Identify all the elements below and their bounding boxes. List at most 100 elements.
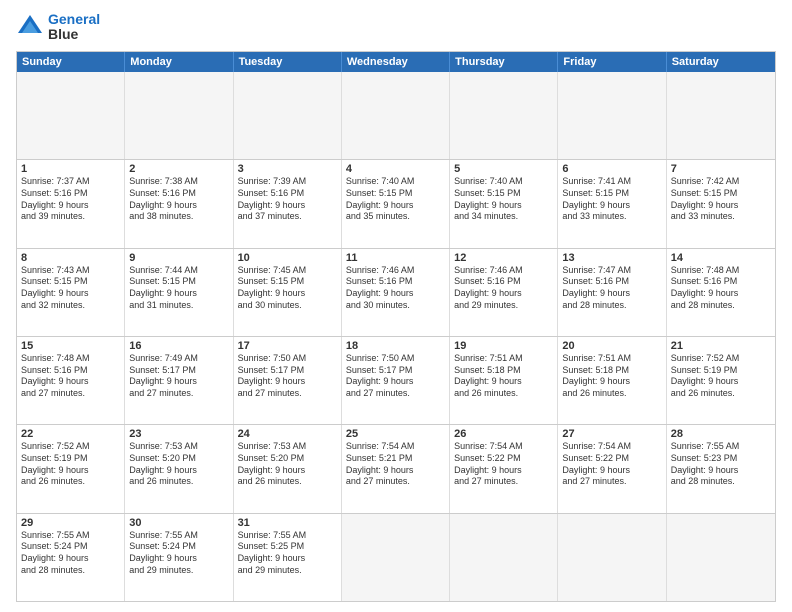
cell-line: Daylight: 9 hours [454,465,553,477]
cell-line: Sunrise: 7:49 AM [129,353,228,365]
cell-line: and 29 minutes. [238,565,337,577]
cal-cell: 29Sunrise: 7:55 AMSunset: 5:24 PMDayligh… [17,514,125,601]
cal-cell [667,72,775,159]
day-number: 24 [238,428,337,440]
cal-cell: 19Sunrise: 7:51 AMSunset: 5:18 PMDayligh… [450,337,558,424]
cell-line: Sunrise: 7:50 AM [346,353,445,365]
cell-line: Daylight: 9 hours [671,376,771,388]
header: General Blue [16,12,776,43]
cell-line: and 26 minutes. [671,388,771,400]
cell-line: Sunrise: 7:50 AM [238,353,337,365]
cell-line: Daylight: 9 hours [671,465,771,477]
cal-cell: 14Sunrise: 7:48 AMSunset: 5:16 PMDayligh… [667,249,775,336]
logo-text: General Blue [48,12,100,43]
cal-cell: 9Sunrise: 7:44 AMSunset: 5:15 PMDaylight… [125,249,233,336]
cell-line: and 26 minutes. [562,388,661,400]
day-number: 31 [238,517,337,529]
day-number: 15 [21,340,120,352]
cal-header-thursday: Thursday [450,52,558,72]
cell-line: and 32 minutes. [21,300,120,312]
day-number: 2 [129,163,228,175]
cell-line: Sunrise: 7:38 AM [129,176,228,188]
cal-cell: 28Sunrise: 7:55 AMSunset: 5:23 PMDayligh… [667,425,775,512]
cell-line: Sunset: 5:22 PM [562,453,661,465]
cell-line: Sunset: 5:16 PM [238,188,337,200]
cell-line: Sunrise: 7:40 AM [346,176,445,188]
cell-line: Sunrise: 7:53 AM [238,441,337,453]
cal-cell: 8Sunrise: 7:43 AMSunset: 5:15 PMDaylight… [17,249,125,336]
day-number: 20 [562,340,661,352]
cell-line: Sunrise: 7:46 AM [454,265,553,277]
cell-line: Daylight: 9 hours [562,465,661,477]
cell-line: Sunset: 5:16 PM [454,276,553,288]
cell-line: Sunset: 5:23 PM [671,453,771,465]
day-number: 21 [671,340,771,352]
cal-header-friday: Friday [558,52,666,72]
cell-line: and 38 minutes. [129,211,228,223]
cal-cell: 27Sunrise: 7:54 AMSunset: 5:22 PMDayligh… [558,425,666,512]
cell-line: and 28 minutes. [562,300,661,312]
logo-icon [16,13,44,41]
cell-line: and 28 minutes. [21,565,120,577]
cal-cell: 20Sunrise: 7:51 AMSunset: 5:18 PMDayligh… [558,337,666,424]
cell-line: and 27 minutes. [129,388,228,400]
cell-line: Sunset: 5:17 PM [129,365,228,377]
day-number: 19 [454,340,553,352]
cell-line: Daylight: 9 hours [238,376,337,388]
cell-line: and 37 minutes. [238,211,337,223]
cell-line: Sunset: 5:15 PM [454,188,553,200]
calendar: SundayMondayTuesdayWednesdayThursdayFrid… [16,51,776,602]
cell-line: Daylight: 9 hours [21,465,120,477]
cell-line: Sunrise: 7:52 AM [21,441,120,453]
cell-line: and 27 minutes. [562,476,661,488]
day-number: 7 [671,163,771,175]
cal-week-5: 29Sunrise: 7:55 AMSunset: 5:24 PMDayligh… [17,513,775,601]
cell-line: Sunrise: 7:54 AM [562,441,661,453]
cal-cell [558,514,666,601]
cell-line: Sunset: 5:20 PM [129,453,228,465]
cell-line: and 28 minutes. [671,300,771,312]
cal-header-monday: Monday [125,52,233,72]
cell-line: and 26 minutes. [454,388,553,400]
cell-line: Sunset: 5:24 PM [129,541,228,553]
cell-line: Sunrise: 7:55 AM [238,530,337,542]
cell-line: Sunset: 5:15 PM [562,188,661,200]
cal-cell: 3Sunrise: 7:39 AMSunset: 5:16 PMDaylight… [234,160,342,247]
cell-line: Daylight: 9 hours [129,288,228,300]
cal-cell [450,72,558,159]
cell-line: and 29 minutes. [129,565,228,577]
cell-line: Sunset: 5:22 PM [454,453,553,465]
day-number: 25 [346,428,445,440]
cell-line: Daylight: 9 hours [346,288,445,300]
cell-line: Sunrise: 7:40 AM [454,176,553,188]
cal-header-tuesday: Tuesday [234,52,342,72]
cell-line: and 35 minutes. [346,211,445,223]
cell-line: Daylight: 9 hours [454,376,553,388]
cell-line: Sunset: 5:16 PM [129,188,228,200]
cal-cell [558,72,666,159]
logo: General Blue [16,12,100,43]
cell-line: Daylight: 9 hours [346,376,445,388]
cell-line: Sunset: 5:15 PM [671,188,771,200]
cell-line: Sunrise: 7:41 AM [562,176,661,188]
day-number: 3 [238,163,337,175]
cell-line: Daylight: 9 hours [562,288,661,300]
cell-line: Sunrise: 7:44 AM [129,265,228,277]
day-number: 8 [21,252,120,264]
cell-line: Sunset: 5:18 PM [454,365,553,377]
cell-line: Sunrise: 7:37 AM [21,176,120,188]
cell-line: Sunset: 5:15 PM [238,276,337,288]
cell-line: Daylight: 9 hours [129,200,228,212]
cell-line: Daylight: 9 hours [21,553,120,565]
cell-line: Daylight: 9 hours [129,553,228,565]
cell-line: Sunrise: 7:52 AM [671,353,771,365]
cal-cell: 26Sunrise: 7:54 AMSunset: 5:22 PMDayligh… [450,425,558,512]
cal-cell: 23Sunrise: 7:53 AMSunset: 5:20 PMDayligh… [125,425,233,512]
cell-line: Daylight: 9 hours [671,200,771,212]
cal-cell: 31Sunrise: 7:55 AMSunset: 5:25 PMDayligh… [234,514,342,601]
day-number: 30 [129,517,228,529]
cell-line: and 27 minutes. [346,388,445,400]
cell-line: Daylight: 9 hours [238,200,337,212]
cal-header-wednesday: Wednesday [342,52,450,72]
cell-line: Daylight: 9 hours [21,200,120,212]
